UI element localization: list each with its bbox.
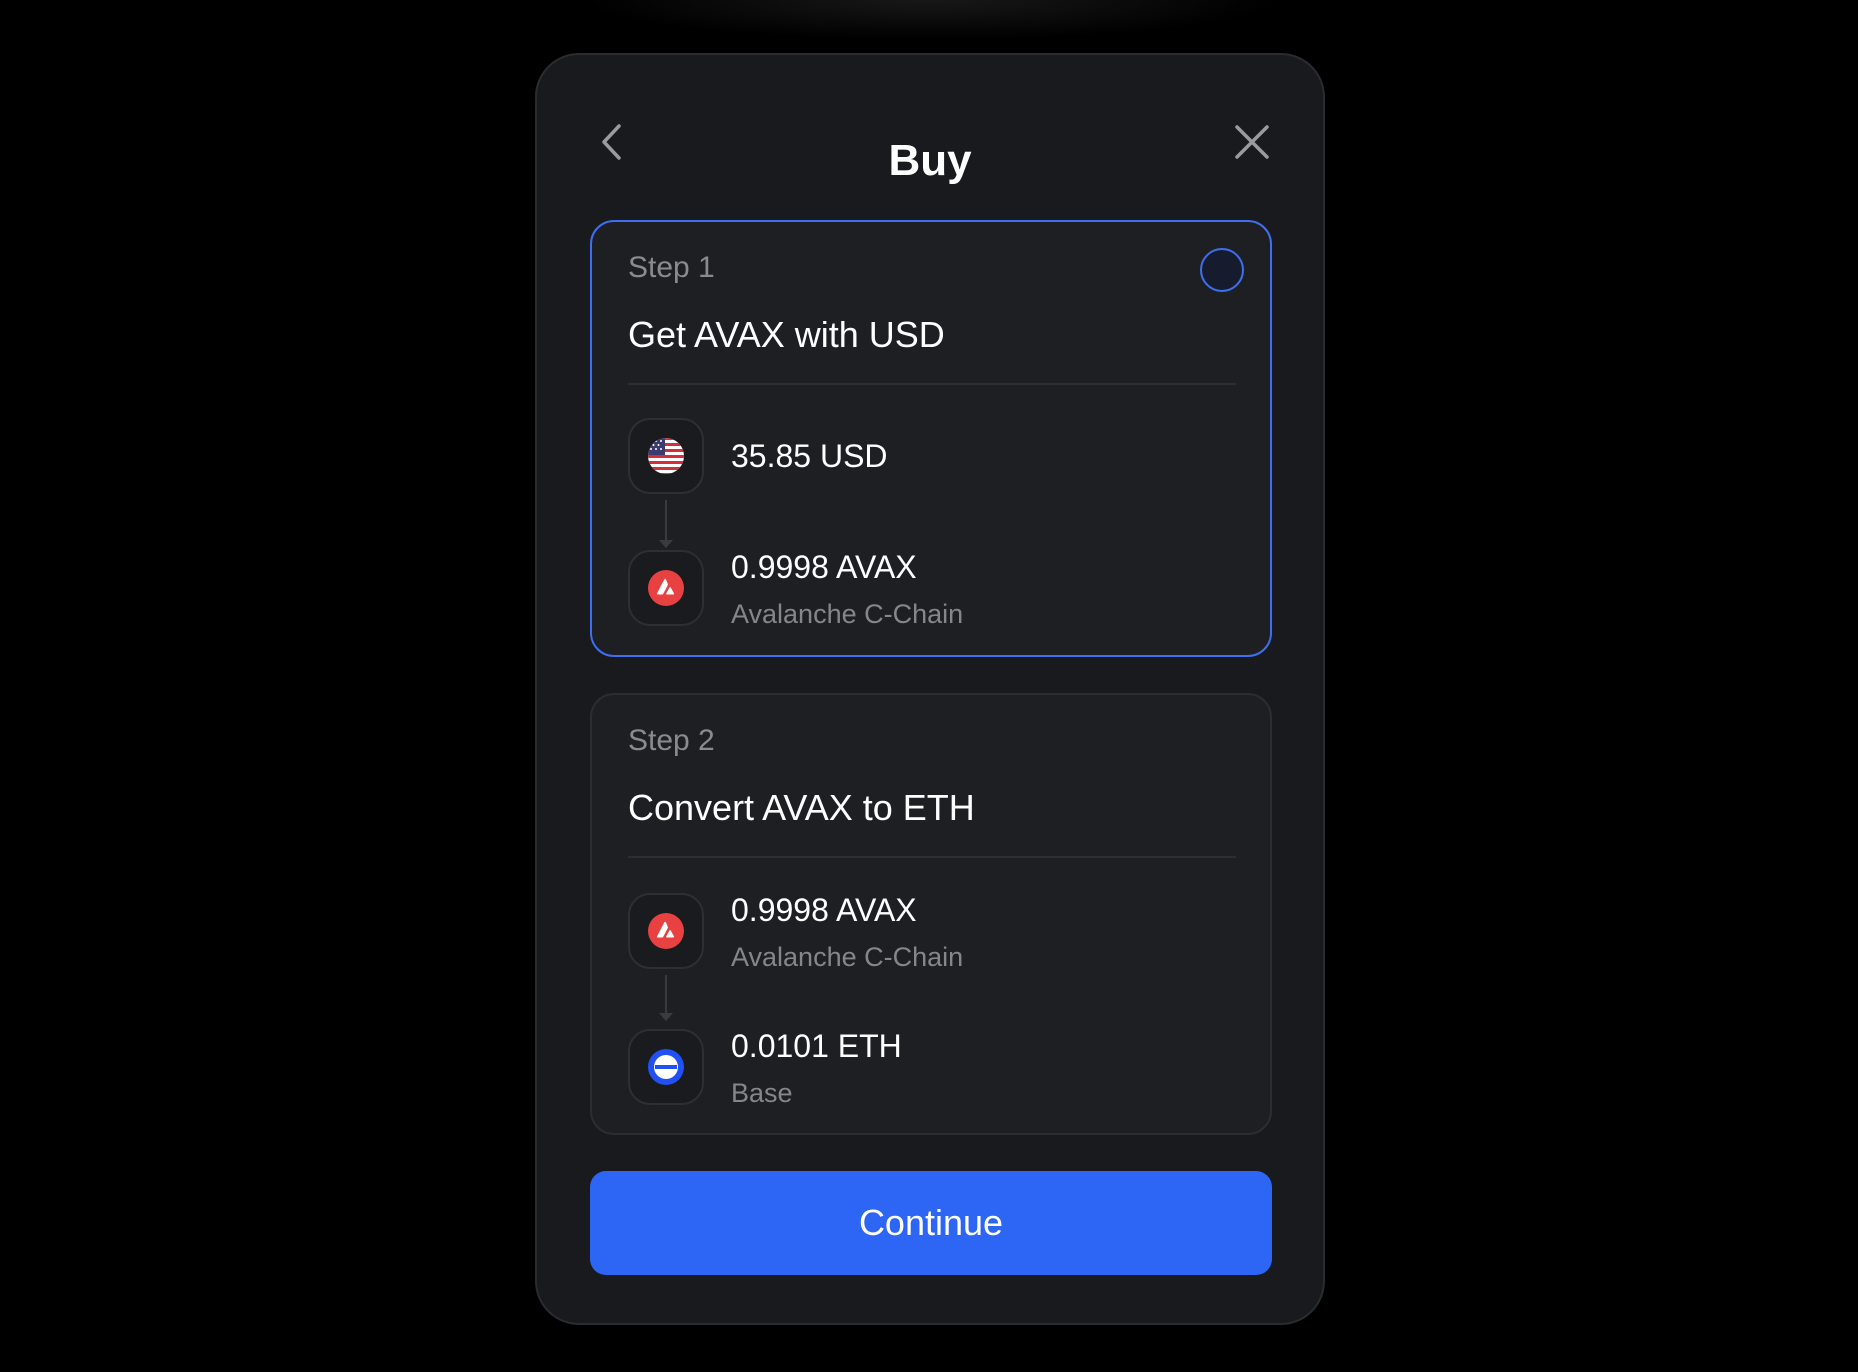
arrow-down-icon [659, 1013, 673, 1021]
avax-icon [648, 570, 684, 606]
token-icon-box [628, 893, 704, 969]
divider [628, 383, 1236, 385]
modal-header: Buy [537, 55, 1323, 225]
step-label: Step 1 [628, 251, 715, 284]
avax-icon [648, 913, 684, 949]
connector-line [665, 975, 667, 1015]
token-icon-box [628, 418, 704, 494]
base-icon [648, 1049, 684, 1085]
step-label: Step 2 [628, 724, 715, 757]
token-amount: 0.9998 AVAX [731, 549, 917, 585]
token-chain: Avalanche C-Chain [731, 599, 964, 629]
close-button[interactable] [1227, 117, 1277, 167]
token-amount: 0.9998 AVAX [731, 892, 917, 928]
background-glow [580, 0, 1280, 40]
continue-button[interactable]: Continue [590, 1171, 1272, 1275]
close-icon [1235, 125, 1269, 159]
token-chain: Base [731, 1078, 793, 1108]
step-2-to-row: 0.0101 ETH Base [628, 1028, 1236, 1109]
step-title: Convert AVAX to ETH [628, 787, 975, 828]
us-flag-icon [648, 438, 684, 474]
token-amount: 35.85 USD [731, 438, 888, 474]
step-2-card[interactable]: Step 2 Convert AVAX to ETH 0.9998 AVAX A… [590, 693, 1272, 1135]
page-title: Buy [888, 136, 972, 185]
step-1-to-row: 0.9998 AVAX Avalanche C-Chain [628, 549, 1236, 630]
token-icon-box [628, 1029, 704, 1105]
step-2-from-row: 0.9998 AVAX Avalanche C-Chain [628, 892, 1236, 973]
step-1-card[interactable]: Step 1 Get AVAX with USD 35.85 USD 0.999… [590, 220, 1272, 657]
token-amount: 0.0101 ETH [731, 1028, 902, 1064]
token-icon-box [628, 550, 704, 626]
connector-line [665, 500, 667, 542]
buy-modal: Buy Step 1 Get AVAX with USD 35.85 USD 0… [535, 53, 1325, 1325]
step-1-from-row: 35.85 USD [628, 418, 1236, 498]
divider [628, 856, 1236, 858]
arrow-down-icon [659, 540, 673, 548]
step-title: Get AVAX with USD [628, 314, 945, 355]
step-1-radio[interactable] [1200, 248, 1244, 292]
token-chain: Avalanche C-Chain [731, 942, 964, 972]
